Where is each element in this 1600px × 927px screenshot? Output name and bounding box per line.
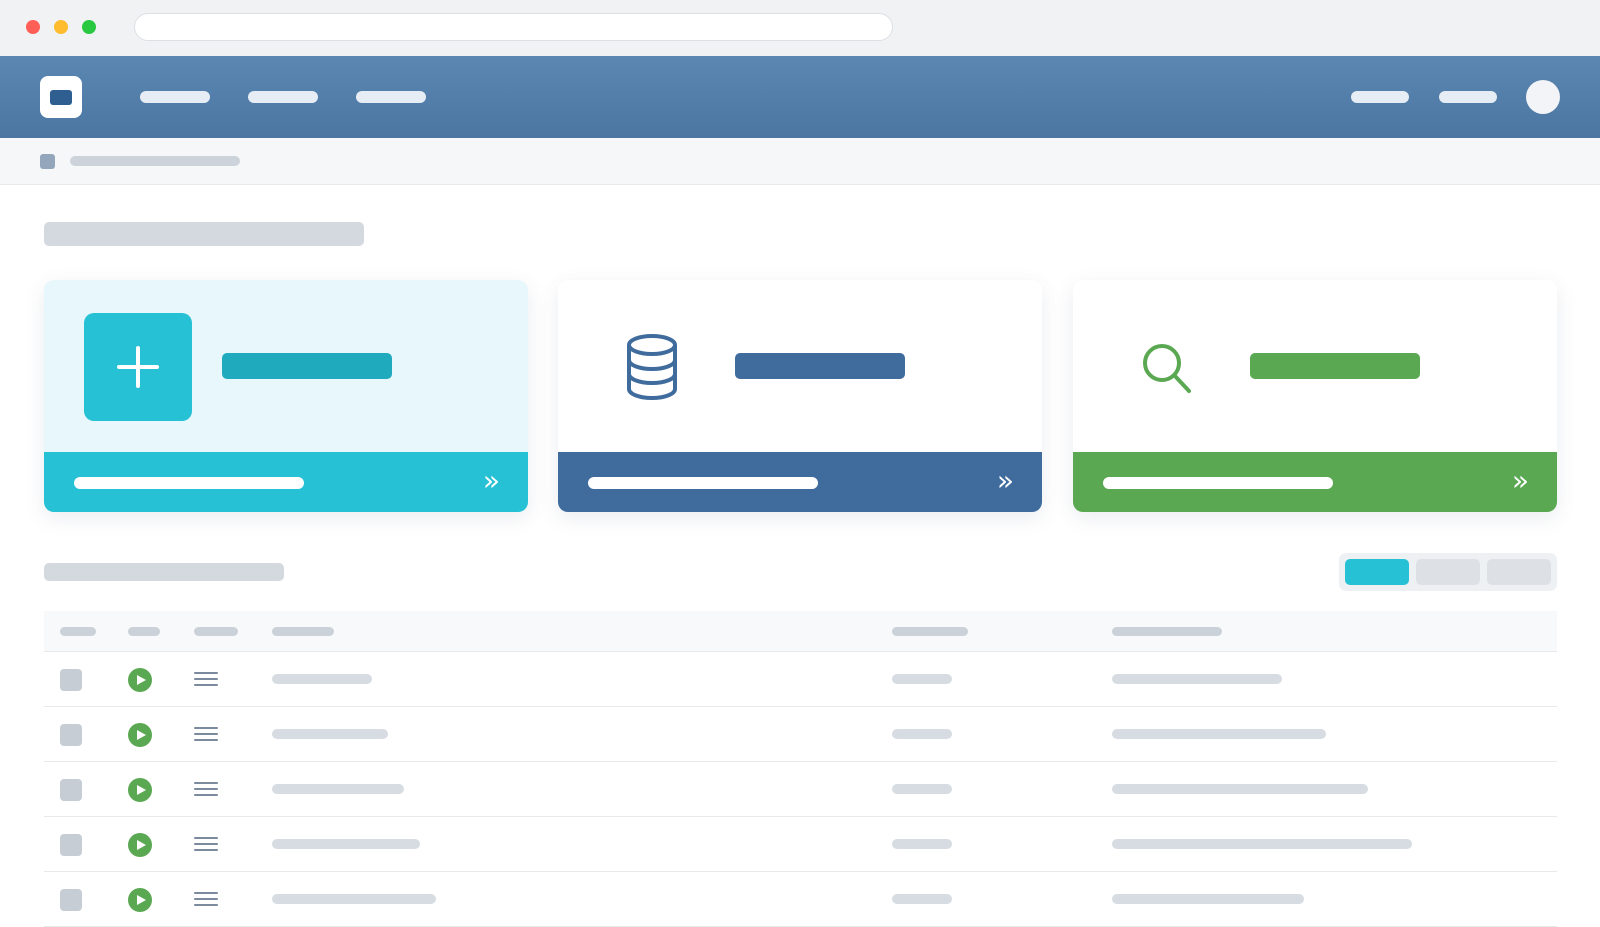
create-card-footer-label <box>74 477 304 489</box>
row-detail <box>1112 674 1282 684</box>
browser-chrome <box>0 0 1600 56</box>
user-avatar-icon[interactable] <box>1526 80 1560 114</box>
table-row[interactable] <box>44 762 1557 817</box>
folder-icon <box>40 154 55 169</box>
column-header[interactable] <box>272 627 334 636</box>
row-name <box>272 894 436 904</box>
app-logo-icon[interactable] <box>40 76 82 118</box>
section-title <box>44 563 284 581</box>
checkbox-icon[interactable] <box>60 834 82 856</box>
filter-tabs <box>1339 553 1557 591</box>
menu-icon[interactable] <box>194 890 218 908</box>
filter-tab-3[interactable] <box>1487 559 1551 585</box>
checkbox-icon[interactable] <box>60 779 82 801</box>
play-icon[interactable] <box>128 723 152 747</box>
nav-action-2[interactable] <box>1439 91 1497 103</box>
search-icon <box>1113 313 1221 421</box>
database-card-footer[interactable]: » <box>558 452 1042 512</box>
row-status <box>892 729 952 739</box>
chevron-right-icon: » <box>1511 464 1529 497</box>
top-navbar <box>0 56 1600 138</box>
column-header[interactable] <box>1112 627 1222 636</box>
breadcrumb-item[interactable] <box>70 156 240 166</box>
database-card[interactable]: » <box>558 280 1042 512</box>
plus-icon <box>84 313 192 421</box>
table-row[interactable] <box>44 817 1557 872</box>
row-status <box>892 894 952 904</box>
nav-link-2[interactable] <box>248 91 318 103</box>
database-icon <box>598 313 706 421</box>
menu-icon[interactable] <box>194 835 218 853</box>
row-detail <box>1112 894 1304 904</box>
row-status <box>892 674 952 684</box>
breadcrumb <box>0 138 1600 185</box>
search-card-footer-label <box>1103 477 1333 489</box>
row-name <box>272 839 420 849</box>
table-row[interactable] <box>44 707 1557 762</box>
play-icon[interactable] <box>128 888 152 912</box>
column-header[interactable] <box>128 627 160 636</box>
menu-icon[interactable] <box>194 725 218 743</box>
column-header[interactable] <box>892 627 968 636</box>
create-card[interactable]: » <box>44 280 528 512</box>
row-name <box>272 784 404 794</box>
close-window-button[interactable] <box>26 20 40 34</box>
row-status <box>892 784 952 794</box>
nav-link-1[interactable] <box>140 91 210 103</box>
maximize-window-button[interactable] <box>82 20 96 34</box>
database-card-footer-label <box>588 477 818 489</box>
filter-tab-2[interactable] <box>1416 559 1480 585</box>
search-card-footer[interactable]: » <box>1073 452 1557 512</box>
menu-icon[interactable] <box>194 670 218 688</box>
row-name <box>272 674 372 684</box>
minimize-window-button[interactable] <box>54 20 68 34</box>
menu-icon[interactable] <box>194 780 218 798</box>
page-title <box>44 222 364 246</box>
filter-tab-1[interactable] <box>1345 559 1409 585</box>
column-header[interactable] <box>60 627 96 636</box>
row-status <box>892 839 952 849</box>
checkbox-icon[interactable] <box>60 889 82 911</box>
play-icon[interactable] <box>128 668 152 692</box>
play-icon[interactable] <box>128 833 152 857</box>
create-card-footer[interactable]: » <box>44 452 528 512</box>
row-detail <box>1112 729 1326 739</box>
address-bar[interactable] <box>134 13 893 41</box>
chevron-right-icon: » <box>996 464 1014 497</box>
checkbox-icon[interactable] <box>60 724 82 746</box>
table-row[interactable] <box>44 652 1557 707</box>
database-card-title <box>735 353 905 379</box>
checkbox-icon[interactable] <box>60 669 82 691</box>
search-card-title <box>1250 353 1420 379</box>
row-detail <box>1112 784 1368 794</box>
row-name <box>272 729 388 739</box>
search-card[interactable]: » <box>1073 280 1557 512</box>
play-icon[interactable] <box>128 778 152 802</box>
nav-action-1[interactable] <box>1351 91 1409 103</box>
table-header <box>44 611 1557 652</box>
column-header[interactable] <box>194 627 238 636</box>
create-card-title <box>222 353 392 379</box>
row-detail <box>1112 839 1412 849</box>
nav-link-3[interactable] <box>356 91 426 103</box>
chevron-right-icon: » <box>482 464 500 497</box>
